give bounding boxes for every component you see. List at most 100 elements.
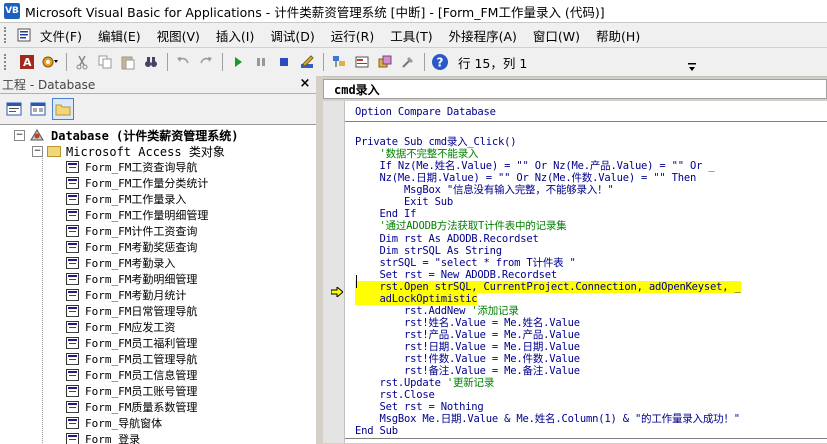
code-editor[interactable]: Option Compare Database Private Sub cmd录入… — [345, 101, 827, 443]
tree-item-form[interactable]: Form_FM工资查询导航 — [66, 159, 197, 175]
project-tree[interactable]: − Database (计件类薪资管理系统) − Microsoft Acces… — [0, 124, 316, 444]
folder-icon — [47, 145, 61, 157]
tree-item-label: Form_FM计件工资查询 — [85, 225, 198, 238]
copy-icon[interactable] — [94, 51, 116, 73]
tree-item-label: Form_FM日常管理导航 — [85, 305, 198, 318]
insert-module-icon[interactable] — [39, 51, 61, 73]
code-text: rst!产品.Value = Me.产品.Value — [355, 328, 580, 341]
tree-item-form[interactable]: Form_FM员工福利管理 — [66, 335, 197, 351]
code-text: Exit Sub — [355, 196, 453, 209]
menu-help[interactable]: 帮助(H) — [596, 24, 640, 47]
menubar-grip[interactable] — [4, 27, 10, 43]
form-module-icon — [66, 193, 79, 205]
menu-addins[interactable]: 外接程序(A) — [449, 24, 517, 47]
tree-item-form[interactable]: Form_FM员工信息管理 — [66, 367, 197, 383]
tree-item-form[interactable]: Form_FM日常管理导航 — [66, 303, 197, 319]
collapse-icon[interactable]: − — [14, 129, 25, 141]
tree-item-form[interactable]: Form_FM考勤录入 — [66, 255, 175, 271]
tree-item-label: Form_FM工作量明细管理 — [85, 209, 209, 222]
tree-folder[interactable]: − Microsoft Access 类对象 — [32, 143, 225, 159]
tree-item-form[interactable]: Form_FM考勤明细管理 — [66, 271, 197, 287]
break-icon[interactable] — [250, 51, 272, 73]
object-browser-icon[interactable] — [374, 51, 396, 73]
tree-item-form[interactable]: Form_FM应发工资 — [66, 319, 175, 335]
cut-icon[interactable] — [71, 51, 93, 73]
menu-run[interactable]: 运行(R) — [331, 24, 374, 47]
redo-icon[interactable] — [195, 51, 217, 73]
code-text: Set rst = New ADODB.Recordset — [355, 268, 558, 281]
code-comment: '数据不完整不能录入 — [355, 148, 479, 161]
tree-item-form[interactable]: Form_FM工作量明细管理 — [66, 207, 208, 223]
code-text: MsgBox Me.日期.Value & Me.姓名.Column(1) & "… — [355, 413, 740, 426]
tree-item-form[interactable]: Form_FM工作量录入 — [66, 191, 186, 207]
title-bar: VB Microsoft Visual Basic for Applicatio… — [0, 0, 827, 23]
code-line: '数据不完整不能录入 — [355, 148, 478, 160]
form-module-icon — [66, 337, 79, 349]
procedure-combobox[interactable]: cmd录入 — [323, 79, 827, 99]
tree-item-form[interactable]: Form_FM质量系数管理 — [66, 399, 197, 415]
code-comment: '添加记录 — [471, 304, 519, 317]
design-mode-icon[interactable] — [296, 51, 318, 73]
code-line: rst.AddNew '添加记录 — [355, 305, 519, 317]
toolbar-overflow-chevron-icon[interactable] — [686, 52, 698, 72]
code-text: adLockOptimistic — [355, 292, 478, 305]
code-text: rst!姓名.Value = Me.姓名.Value — [355, 316, 580, 329]
form-module-icon — [66, 241, 79, 253]
menu-debug[interactable]: 调试(D) — [270, 24, 314, 47]
tree-item-label: Form_FM工作量录入 — [85, 193, 187, 206]
module-icon[interactable] — [16, 27, 32, 43]
tree-item-form[interactable]: Form_FM员工管理导航 — [66, 351, 197, 367]
close-icon[interactable]: × — [298, 76, 312, 92]
code-text: rst.AddNew — [355, 304, 472, 317]
tree-item-form[interactable]: Form_FM工作量分类统计 — [66, 175, 208, 191]
tree-item-label: Form_FM员工福利管理 — [85, 337, 198, 350]
run-icon[interactable] — [227, 51, 249, 73]
properties-window-icon[interactable] — [351, 51, 373, 73]
form-module-icon — [66, 257, 79, 269]
form-module-icon — [66, 273, 79, 285]
form-module-icon — [66, 289, 79, 301]
collapse-icon[interactable]: − — [32, 145, 43, 157]
cursor-position: 行 15，列 1 — [458, 55, 528, 71]
tree-item-form[interactable]: Form_FM考勤月统计 — [66, 287, 186, 303]
pane-splitter[interactable] — [316, 76, 323, 443]
tree-item-form[interactable]: Form_FM员工账号管理 — [66, 383, 197, 399]
undo-icon[interactable] — [172, 51, 194, 73]
toolbar-grip[interactable] — [4, 54, 10, 70]
code-text: rst!件数.Value = Me.件数.Value — [355, 353, 580, 365]
reset-icon[interactable] — [273, 51, 295, 73]
paste-icon[interactable] — [117, 51, 139, 73]
menu-tools[interactable]: 工具(T) — [390, 24, 432, 47]
toggle-folders-icon[interactable] — [52, 98, 74, 120]
menu-insert[interactable]: 插入(I) — [216, 24, 254, 47]
tree-root[interactable]: − Database (计件类薪资管理系统) — [14, 127, 238, 143]
menu-file[interactable]: 文件(F) — [40, 24, 82, 47]
form-module-icon — [66, 321, 79, 333]
menu-edit[interactable]: 编辑(E) — [98, 24, 141, 47]
view-access-icon[interactable]: A — [16, 51, 38, 73]
code-text: End Sub — [355, 425, 398, 438]
tree-item-label: Form_FM考勤奖惩查询 — [85, 241, 198, 254]
view-object-icon[interactable] — [28, 99, 48, 119]
help-icon[interactable]: ? — [429, 51, 451, 73]
code-text: Nz(Me.日期.Value) = "" Or Nz(Me.件数.Value) … — [355, 172, 697, 185]
tree-item-form[interactable]: Form_登录 — [66, 431, 140, 444]
tree-item-form[interactable]: Form_导航窗体 — [66, 415, 162, 431]
menu-window[interactable]: 窗口(W) — [533, 24, 580, 47]
tree-item-form[interactable]: Form_FM计件工资查询 — [66, 223, 197, 239]
code-margin-indicator-bar[interactable] — [323, 101, 345, 443]
menu-view[interactable]: 视图(V) — [157, 24, 200, 47]
menu-bar: 文件(F) 编辑(E) 视图(V) 插入(I) 调试(D) 运行(R) 工具(T… — [0, 23, 827, 47]
tree-item-form[interactable]: Form_FM考勤奖惩查询 — [66, 239, 197, 255]
tree-item-label: Form_导航窗体 — [85, 417, 163, 430]
form-module-icon — [66, 305, 79, 317]
form-module-icon — [66, 177, 79, 189]
code-text: End If — [355, 208, 417, 221]
view-code-icon[interactable] — [4, 99, 24, 119]
database-project-icon — [29, 128, 45, 142]
code-text: If Nz(Me.姓名.Value) = "" Or Nz(Me.产品.Valu… — [355, 160, 715, 173]
procedure-combo-value: cmd录入 — [334, 82, 380, 97]
find-icon[interactable] — [140, 51, 162, 73]
toolbox-icon[interactable] — [397, 51, 419, 73]
project-explorer-icon[interactable] — [328, 51, 350, 73]
